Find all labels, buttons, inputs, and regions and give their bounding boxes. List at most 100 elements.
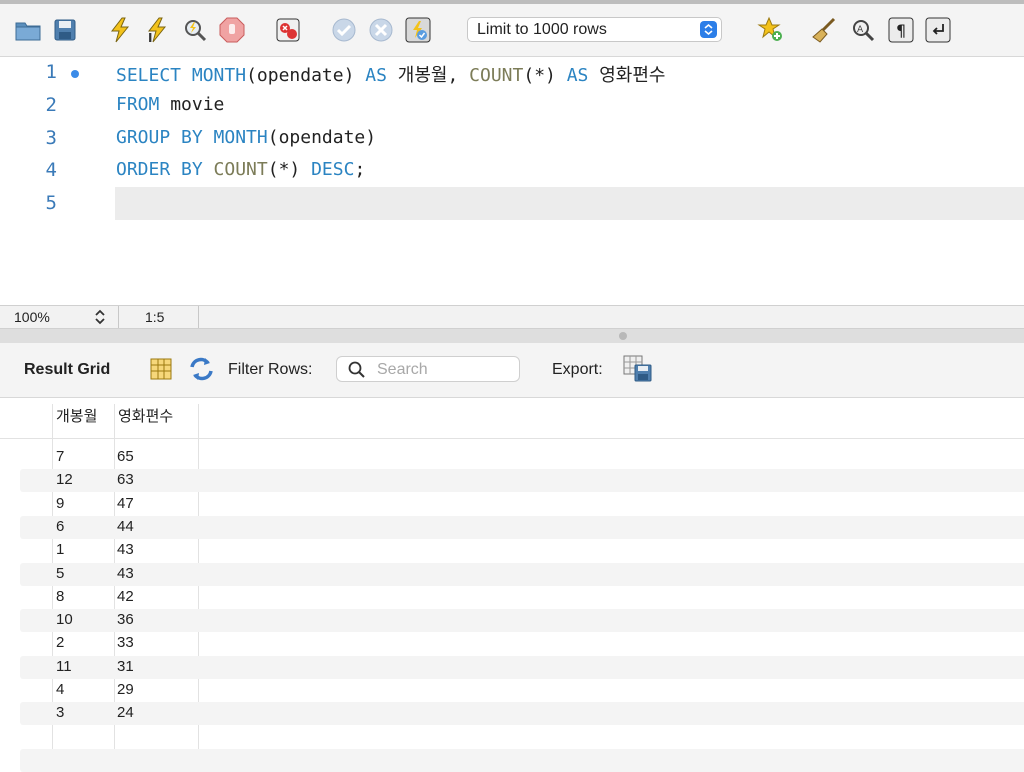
invisible-chars-icon[interactable]: ¶ bbox=[887, 16, 915, 44]
table-row[interactable]: 8 42 bbox=[20, 586, 1024, 609]
grid-layout-icon[interactable] bbox=[150, 357, 172, 386]
splitter-handle[interactable] bbox=[619, 332, 627, 340]
filter-rows-search[interactable]: Search bbox=[336, 356, 520, 382]
cell-month[interactable]: 11 bbox=[56, 658, 72, 675]
sql-text: movie bbox=[159, 94, 225, 115]
table-row[interactable]: 1 43 bbox=[20, 539, 1024, 562]
wrap-icon[interactable] bbox=[924, 16, 952, 44]
cell-month[interactable]: 4 bbox=[56, 681, 64, 698]
sql-text: (opendate) bbox=[267, 127, 377, 148]
refresh-icon[interactable] bbox=[188, 356, 215, 387]
execute-current-icon[interactable]: I bbox=[143, 16, 171, 44]
save-icon[interactable] bbox=[51, 16, 79, 44]
line-number: 1 bbox=[45, 61, 57, 83]
table-row[interactable]: 7 65 bbox=[20, 446, 1024, 469]
column-header-month[interactable]: 개봉월 bbox=[52, 398, 97, 438]
table-row[interactable] bbox=[20, 726, 1024, 749]
table-row[interactable]: 4 29 bbox=[20, 679, 1024, 702]
sql-keyword: SELECT bbox=[116, 65, 182, 86]
sql-keyword: FROM bbox=[116, 94, 160, 115]
find-icon[interactable]: A bbox=[849, 16, 877, 44]
zoom-level[interactable]: 100% bbox=[14, 309, 50, 325]
beautify-icon[interactable] bbox=[812, 16, 840, 44]
cell-count[interactable]: 43 bbox=[117, 565, 134, 582]
cell-count[interactable]: 63 bbox=[117, 471, 134, 488]
code-line[interactable]: GROUP BY MONTH(opendate) bbox=[116, 127, 376, 148]
cell-month[interactable]: 8 bbox=[56, 588, 64, 605]
cell-count[interactable]: 47 bbox=[117, 495, 134, 512]
zoom-stepper-icon[interactable] bbox=[93, 308, 107, 329]
statement-marker-icon bbox=[71, 70, 79, 78]
line-number: 5 bbox=[45, 192, 57, 214]
table-row[interactable]: 10 36 bbox=[20, 609, 1024, 633]
line-number: 4 bbox=[45, 159, 57, 181]
sql-keyword: MONTH bbox=[213, 127, 268, 148]
search-placeholder: Search bbox=[377, 361, 428, 378]
result-grid-title: Result Grid bbox=[24, 361, 111, 378]
cell-month[interactable]: 12 bbox=[56, 471, 73, 488]
limit-rows-select[interactable]: Limit to 1000 rows bbox=[467, 17, 722, 42]
cell-month[interactable]: 10 bbox=[56, 611, 73, 628]
cell-month[interactable]: 2 bbox=[56, 634, 64, 651]
cell-count[interactable]: 65 bbox=[117, 448, 134, 465]
folder-icon[interactable] bbox=[14, 16, 42, 44]
code-line[interactable]: FROM movie bbox=[116, 94, 224, 115]
table-row[interactable]: 9 47 bbox=[20, 493, 1024, 516]
line-number: 2 bbox=[45, 94, 57, 116]
stop-on-error-icon[interactable] bbox=[274, 16, 302, 44]
table-row[interactable]: 12 63 bbox=[20, 469, 1024, 493]
sql-editor[interactable]: 1 2 3 4 5 SELECT MONTH(opendate) AS 개봉월,… bbox=[0, 57, 1024, 305]
result-grid[interactable]: 개봉월 영화편수 7 65 12 63 9 47 6 44 1 43 5 43 8 42 10 36 2 33 11… bbox=[0, 398, 1024, 772]
execute-icon[interactable] bbox=[106, 16, 134, 44]
cell-count[interactable]: 44 bbox=[117, 518, 134, 535]
cell-month[interactable]: 7 bbox=[56, 448, 64, 465]
favorite-add-icon[interactable] bbox=[757, 16, 785, 44]
table-row[interactable] bbox=[20, 748, 1024, 772]
limit-rows-value: Limit to 1000 rows bbox=[477, 21, 607, 38]
table-row[interactable]: 2 33 bbox=[20, 632, 1024, 655]
code-line[interactable]: ORDER BY COUNT(*) DESC; bbox=[116, 159, 365, 180]
table-row[interactable]: 3 24 bbox=[20, 702, 1024, 726]
sql-text: 개봉월, bbox=[386, 65, 470, 86]
stop-icon[interactable] bbox=[218, 16, 246, 44]
commit-icon[interactable] bbox=[330, 16, 358, 44]
table-row[interactable]: 5 43 bbox=[20, 562, 1024, 586]
sql-text: ; bbox=[354, 159, 366, 180]
cell-count[interactable]: 33 bbox=[117, 634, 134, 651]
cell-count[interactable]: 24 bbox=[117, 704, 134, 721]
export-icon[interactable] bbox=[623, 355, 653, 388]
cell-month[interactable]: 6 bbox=[56, 518, 64, 535]
autocommit-icon[interactable] bbox=[404, 16, 432, 44]
cell-month[interactable]: 3 bbox=[56, 704, 64, 721]
svg-text:A: A bbox=[857, 25, 864, 35]
sql-keyword: DESC bbox=[311, 159, 355, 180]
sql-keyword: AS bbox=[365, 65, 387, 86]
sql-text: (opendate) bbox=[246, 65, 366, 86]
code-line[interactable]: SELECT MONTH(opendate) AS 개봉월, COUNT(*) … bbox=[116, 61, 665, 87]
sql-text: (*) bbox=[523, 65, 567, 86]
sql-function: COUNT bbox=[469, 65, 524, 86]
cell-count[interactable]: 29 bbox=[117, 681, 134, 698]
sql-keyword: AS bbox=[566, 65, 589, 86]
cell-count[interactable]: 36 bbox=[117, 611, 134, 628]
cell-count[interactable]: 42 bbox=[117, 588, 134, 605]
cell-month[interactable]: 9 bbox=[56, 495, 64, 512]
cell-month[interactable]: 5 bbox=[56, 565, 64, 582]
pane-splitter[interactable] bbox=[0, 329, 1024, 343]
rollback-icon[interactable] bbox=[367, 16, 395, 44]
cell-count[interactable]: 31 bbox=[117, 658, 134, 675]
cell-count[interactable]: 43 bbox=[117, 541, 134, 558]
current-line-highlight bbox=[115, 187, 1024, 220]
sql-keyword: GROUP BY bbox=[116, 127, 203, 148]
table-row[interactable]: 6 44 bbox=[20, 515, 1024, 539]
column-header-count[interactable]: 영화편수 bbox=[114, 398, 173, 438]
cursor-position: 1:5 bbox=[145, 309, 165, 325]
cell-month[interactable]: 1 bbox=[56, 541, 64, 558]
sql-text: (*) bbox=[267, 159, 312, 180]
explain-icon[interactable] bbox=[181, 16, 209, 44]
table-row[interactable]: 11 31 bbox=[20, 655, 1024, 679]
svg-text:¶: ¶ bbox=[896, 21, 906, 40]
